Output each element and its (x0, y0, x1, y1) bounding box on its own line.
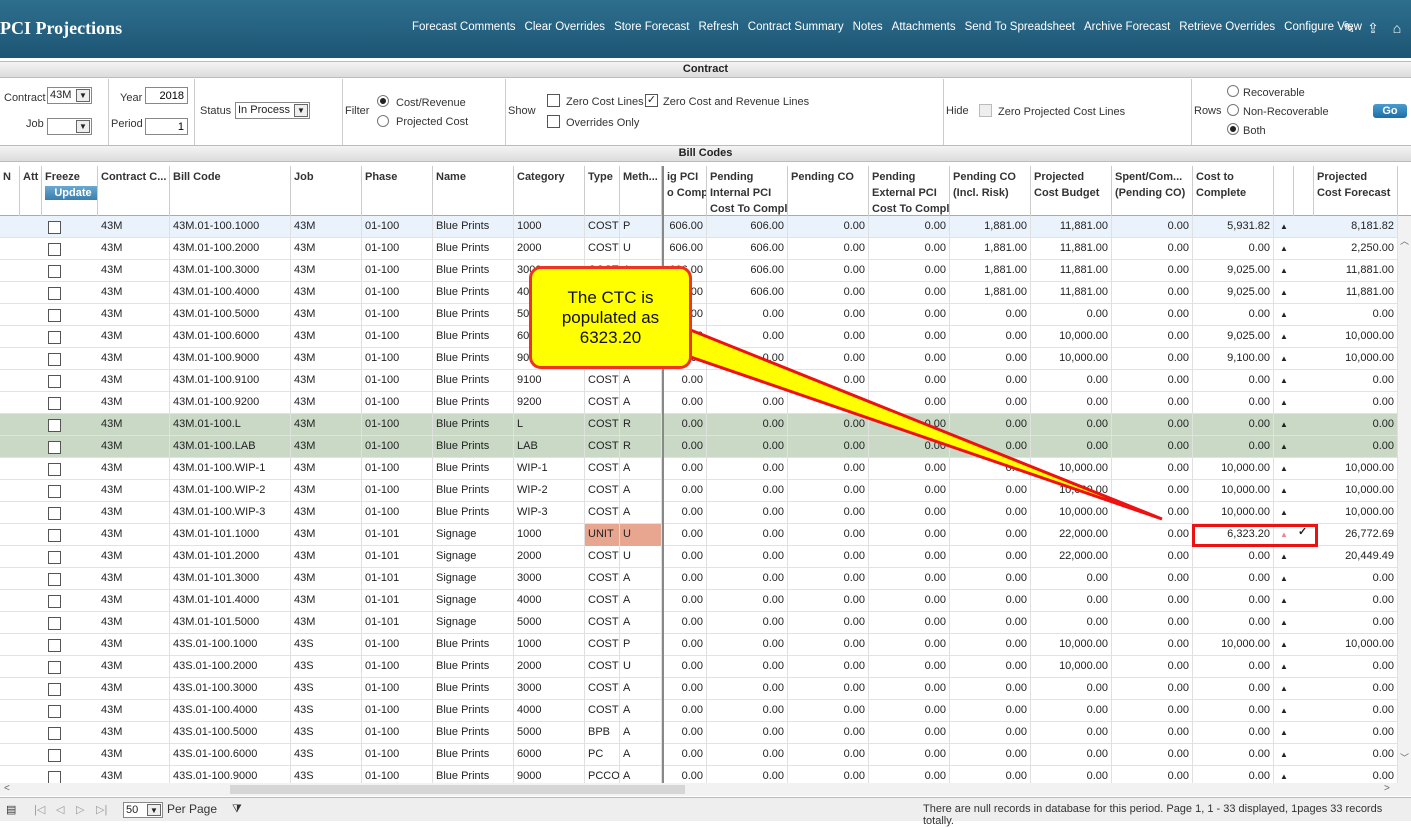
callout-bubble: The CTC is populated as 6323.20 (529, 266, 692, 369)
callout-arrow-shape (673, 327, 1163, 521)
highlight-box (1192, 524, 1318, 547)
callout-arrow (673, 327, 1163, 521)
